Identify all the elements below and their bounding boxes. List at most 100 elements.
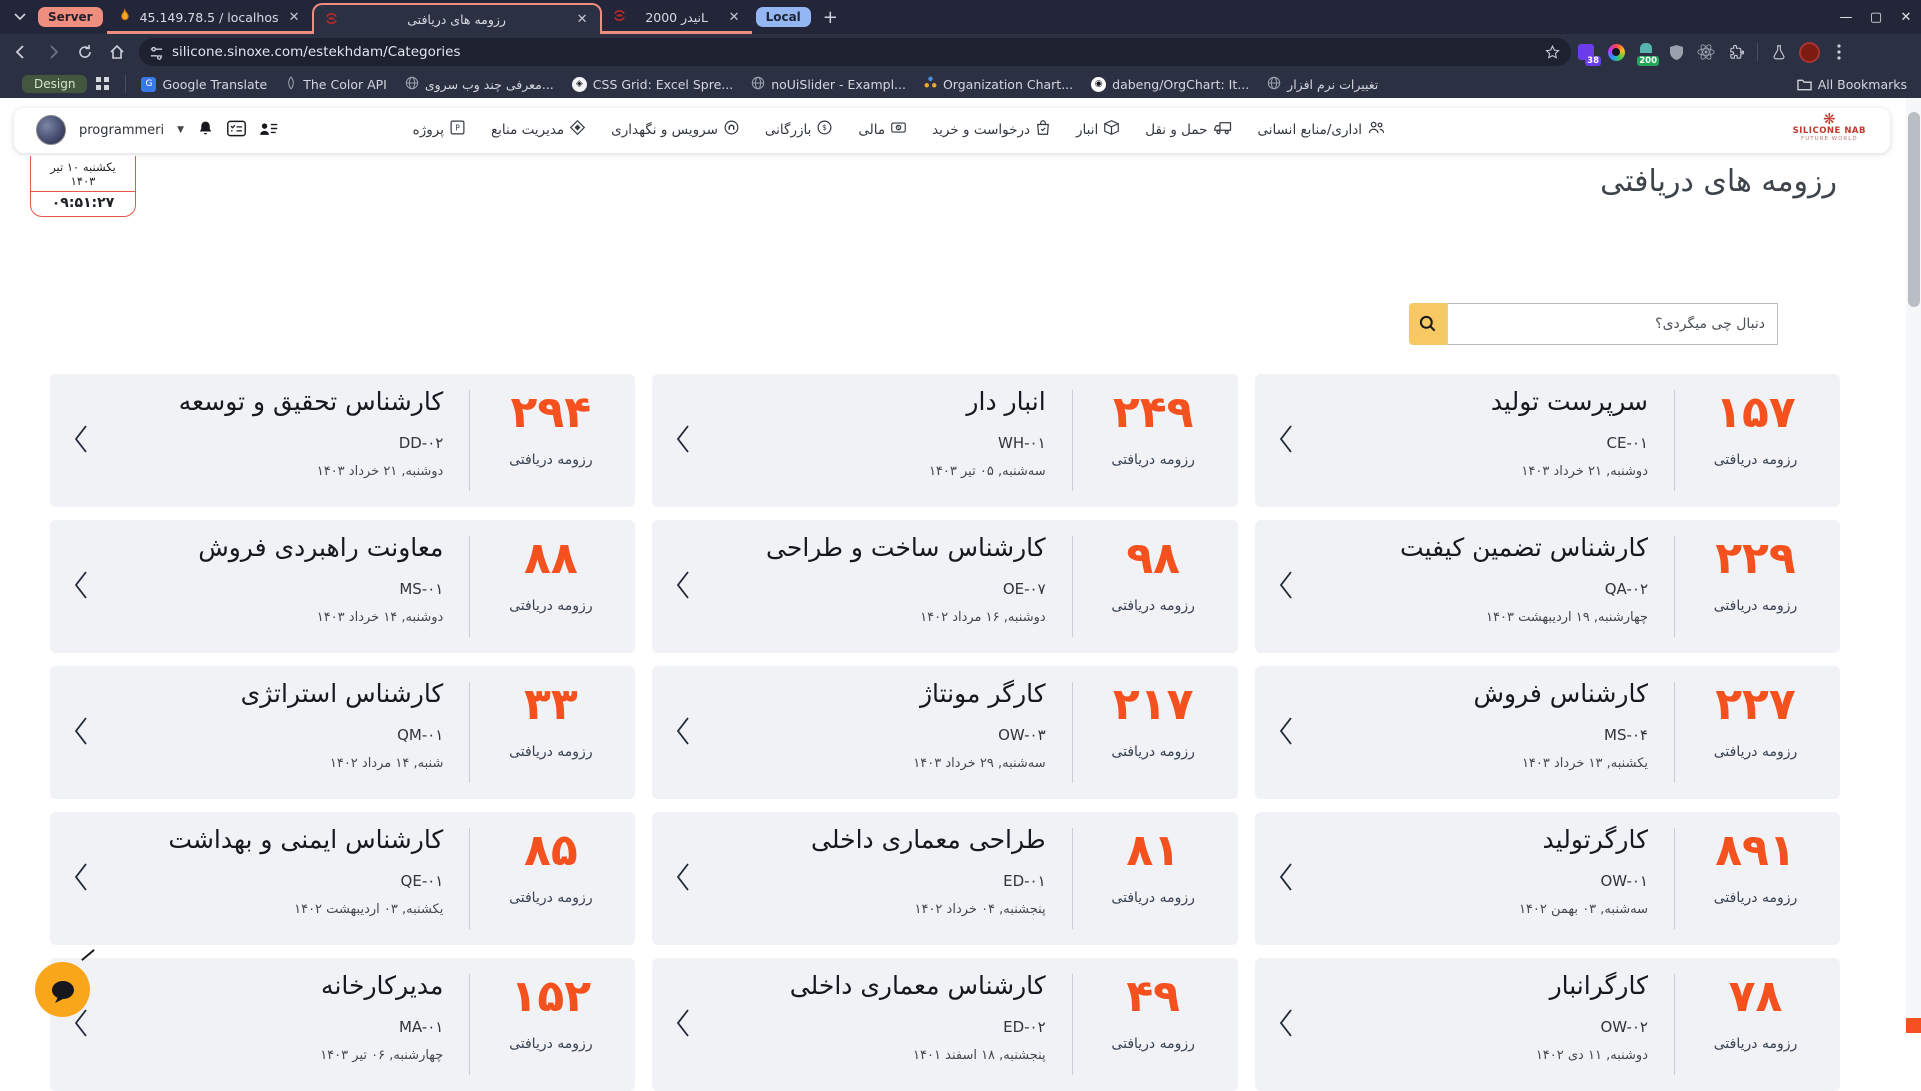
resume-category-card[interactable]: ۸۵رزومه دریافتیکارشناس ایمنی و بهداشتQE-…: [50, 812, 635, 945]
apps-grid-icon[interactable]: [96, 77, 110, 91]
resume-category-card[interactable]: ۸۸رزومه دریافتیمعاونت راهبردی فروشMS-۰۱د…: [50, 520, 635, 653]
resume-category-card[interactable]: ۲۱۷رزومه دریافتیکارگر مونتاژOW-۰۳سه‌شنبه…: [652, 666, 1237, 799]
tab-close-icon[interactable]: ✕: [575, 12, 590, 27]
resume-category-card[interactable]: ۸۱رزومه دریافتیطراحی معماری داخلیED-۰۱پن…: [652, 812, 1237, 945]
nav-item-2[interactable]: انبار: [1076, 120, 1119, 139]
browser-tab-0[interactable]: 45.149.78.5 / localhost / sinoxe_✕: [107, 0, 312, 34]
resume-category-card[interactable]: ۲۴۹رزومه دریافتیانبار دارWH-۰۱سه‌شنبه, ۰…: [652, 374, 1237, 507]
chat-widget-button[interactable]: [35, 962, 90, 1017]
expand-chevron-icon[interactable]: [676, 862, 690, 896]
globe-icon: [1267, 76, 1281, 93]
new-tab-button[interactable]: +: [823, 7, 838, 28]
resume-category-card[interactable]: ۱۵۷رزومه دریافتیسرپرست تولیدCE-۰۱دوشنبه,…: [1255, 374, 1840, 507]
nav-item-0[interactable]: اداری/منابع انسانی: [1258, 120, 1385, 139]
search-button[interactable]: [1409, 303, 1447, 345]
resume-category-card[interactable]: ۷۸رزومه دریافتیکارگرانبارOW-۰۲دوشنبه, ۱۱…: [1255, 958, 1840, 1091]
tab-close-icon[interactable]: ✕: [287, 10, 302, 25]
back-icon[interactable]: [8, 39, 34, 65]
bookmark-item[interactable]: ◉dabeng/OrgChart: It...: [1091, 77, 1249, 92]
labs-flask-icon[interactable]: [1768, 41, 1790, 63]
expand-chevron-icon[interactable]: [676, 1008, 690, 1042]
minimize-button[interactable]: —: [1831, 0, 1861, 34]
expand-chevron-icon[interactable]: [676, 716, 690, 750]
scrollbar-thumb[interactable]: [1908, 112, 1920, 307]
expand-chevron-icon[interactable]: [676, 570, 690, 604]
resume-category-card[interactable]: ۸۹۱رزومه دریافتیکارگرتولیدOW-۰۱سه‌شنبه, …: [1255, 812, 1840, 945]
extensions-puzzle-icon[interactable]: [1725, 41, 1747, 63]
expand-chevron-icon[interactable]: [1279, 1008, 1293, 1042]
card-divider: [469, 974, 470, 1075]
search-input[interactable]: [1447, 303, 1778, 345]
chrome-menu-icon[interactable]: [1828, 41, 1850, 63]
resume-category-card[interactable]: ۱۵۲رزومه دریافتیمدیرکارخانهMA-۰۱چهارشنبه…: [50, 958, 635, 1091]
tab-title: نیدر 2000L: [635, 10, 719, 25]
bookmark-item[interactable]: noUiSlider - Exampl...: [751, 76, 906, 93]
all-bookmarks-button[interactable]: All Bookmarks: [1797, 77, 1907, 92]
bookmark-folder-design[interactable]: Design: [22, 75, 87, 93]
forward-icon[interactable]: [40, 39, 66, 65]
extension-icon-lighthouse[interactable]: 200: [1635, 41, 1657, 63]
expand-chevron-icon[interactable]: [74, 424, 88, 458]
extension-icon-react[interactable]: [1695, 41, 1717, 63]
card-divider: [469, 390, 470, 491]
browser-tab-1[interactable]: رزومه های دریافتی✕: [312, 3, 602, 34]
resume-category-card[interactable]: ۳۳رزومه دریافتیکارشناس استراتژیQM-۰۱شنبه…: [50, 666, 635, 799]
profile-avatar-icon[interactable]: [1798, 41, 1820, 63]
expand-chevron-icon[interactable]: [74, 716, 88, 750]
card-divider: [1072, 682, 1073, 783]
resume-category-card[interactable]: ۹۸رزومه دریافتیکارشناس ساخت و طراحیOE-۰۷…: [652, 520, 1237, 653]
bookmark-item[interactable]: GGoogle Translate: [141, 77, 267, 92]
expand-chevron-icon[interactable]: [74, 570, 88, 604]
sinoxe-icon: [612, 8, 627, 26]
page-scrollbar[interactable]: [1906, 98, 1921, 1033]
home-icon[interactable]: [104, 39, 130, 65]
bookmark-item[interactable]: تغییرات نرم افزار: [1267, 76, 1378, 93]
resume-category-card[interactable]: ۴۹رزومه دریافتیکارشناس معماری داخلیED-۰۲…: [652, 958, 1237, 1091]
bookmark-item[interactable]: Organization Chart...: [924, 76, 1073, 92]
reload-icon[interactable]: [72, 39, 98, 65]
notifications-bell-icon[interactable]: [197, 119, 214, 141]
extension-icon-colorwheel[interactable]: [1605, 41, 1627, 63]
contacts-icon[interactable]: [259, 120, 278, 141]
maximize-button[interactable]: ▢: [1861, 0, 1891, 34]
nav-item-7[interactable]: مدیریت منابع: [491, 120, 585, 139]
tab-group-local[interactable]: Local: [756, 7, 811, 27]
bookmark-star-icon[interactable]: [1544, 44, 1561, 61]
bookmark-item[interactable]: The Color API: [285, 76, 387, 93]
scrollbar-down-button[interactable]: [1906, 1018, 1921, 1033]
extension-icon-purple[interactable]: 38: [1575, 41, 1597, 63]
nav-item-8[interactable]: Pپروژه: [413, 120, 465, 139]
user-menu-caret-icon[interactable]: ▼: [177, 125, 184, 135]
site-settings-icon[interactable]: [149, 45, 164, 60]
nav-item-5[interactable]: $بازرگانی: [765, 120, 832, 139]
nav-item-6[interactable]: سرویس و نگهداری: [611, 120, 739, 139]
resume-category-card[interactable]: ۲۲۹رزومه دریافتیکارشناس تضمین کیفیتQA-۰۲…: [1255, 520, 1840, 653]
browser-tab-2[interactable]: نیدر 2000L ✕: [602, 0, 752, 34]
nav-item-3[interactable]: درخواست و خرید: [932, 120, 1050, 139]
resume-category-card[interactable]: ۲۲۷رزومه دریافتیکارشناس فروشMS-۰۴یکشنبه,…: [1255, 666, 1840, 799]
tab-search-button[interactable]: [6, 3, 34, 31]
tasks-list-icon[interactable]: [227, 120, 246, 141]
user-avatar[interactable]: [36, 115, 66, 145]
expand-chevron-icon[interactable]: [676, 424, 690, 458]
expand-chevron-icon[interactable]: [1279, 424, 1293, 458]
resume-count-label: رزومه دریافتی: [1091, 890, 1216, 906]
address-bar[interactable]: silicone.sinoxe.com/estekhdam/Categories: [139, 38, 1571, 66]
nav-item-4[interactable]: $مالی: [858, 120, 906, 139]
resume-category-card[interactable]: ۲۹۴رزومه دریافتیکارشناس تحقیق و توسعهDD-…: [50, 374, 635, 507]
expand-chevron-icon[interactable]: [1279, 716, 1293, 750]
expand-chevron-icon[interactable]: [1279, 862, 1293, 896]
tab-close-icon[interactable]: ✕: [727, 10, 742, 25]
expand-chevron-icon[interactable]: [1279, 570, 1293, 604]
username[interactable]: programmeri: [79, 123, 164, 138]
bookmark-item[interactable]: معرفی چند وب سروی...: [405, 76, 554, 93]
company-logo[interactable]: ❋ SILICONE NAB FUTURE WORLD: [1793, 112, 1866, 142]
extension-icon-shield[interactable]: [1665, 41, 1687, 63]
job-code: MA-۰۱: [243, 1018, 443, 1036]
job-date: سه‌شنبه, ۲۹ خرداد ۱۴۰۳: [913, 756, 1045, 771]
nav-item-1[interactable]: حمل و نقل: [1145, 120, 1231, 139]
tab-group-server[interactable]: Server: [38, 7, 103, 27]
expand-chevron-icon[interactable]: [74, 862, 88, 896]
close-window-button[interactable]: ✕: [1891, 0, 1921, 34]
bookmark-item[interactable]: ◈CSS Grid: Excel Spre...: [572, 77, 733, 92]
